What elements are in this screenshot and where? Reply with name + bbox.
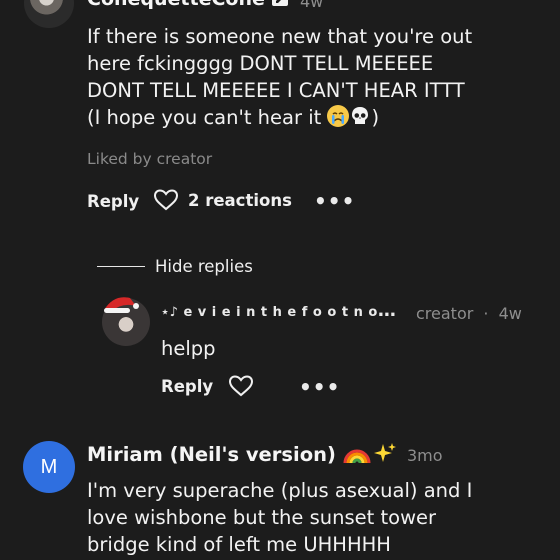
meta-separator: · xyxy=(483,304,489,323)
comment-text-line: (I hope you can't hear it ) xyxy=(87,104,547,131)
reply-meta: creator · 4w xyxy=(416,304,522,323)
comment-text-fragment: (I hope you can't hear it xyxy=(87,106,322,129)
comment-text-line: I'm very superache (plus asexual) and I xyxy=(87,479,473,502)
comment-text-line: If there is someone new that you're out xyxy=(87,25,473,48)
username-ellipsis: … xyxy=(377,300,397,321)
skull-icon xyxy=(349,105,371,127)
reactions-count[interactable]: 2 reactions xyxy=(188,191,292,210)
reply-timestamp: 4w xyxy=(498,304,522,323)
replies-divider-line xyxy=(97,265,145,268)
comment-text: If there is someone new that you're out … xyxy=(87,23,547,131)
edit-badge-icon xyxy=(271,0,288,6)
heart-icon[interactable] xyxy=(228,374,254,398)
comment-text-line: here fckingggg DONT TELL MEEEEE xyxy=(87,52,434,75)
creator-badge: creator xyxy=(416,304,474,323)
heart-icon xyxy=(153,188,179,212)
avatar-letter: M xyxy=(40,455,58,478)
santa-hat-icon xyxy=(100,292,140,314)
crying-face-icon xyxy=(327,105,350,127)
username-text[interactable]: ConequetteCone xyxy=(87,0,265,10)
more-options-button[interactable]: ••• xyxy=(314,189,355,213)
hide-replies-toggle[interactable]: Hide replies xyxy=(97,257,253,276)
username-text[interactable]: ⋆♪ e v i e i n t h e f o o t n o xyxy=(161,305,378,320)
comment-username[interactable]: Miriam (Neil's version) xyxy=(87,441,397,466)
comment-timestamp: 4w xyxy=(300,0,324,11)
rainbow-icon xyxy=(343,441,371,465)
comment-username[interactable]: ConequetteCone xyxy=(87,0,288,10)
comment-text-line: bridge kind of left me UHHHHH xyxy=(87,533,391,556)
avatar[interactable] xyxy=(24,0,74,28)
comment-text-line: love wishbone but the sunset tower xyxy=(87,506,437,529)
reply-text: helpp xyxy=(161,337,216,360)
sparkles-icon xyxy=(371,441,397,465)
reply-button[interactable]: Reply xyxy=(161,377,213,396)
more-options-button[interactable]: ••• xyxy=(299,375,340,399)
comment-timestamp: 3mo xyxy=(407,446,443,465)
comment-text-line: DONT TELL MEEEEE I CAN'T HEAR ITTT xyxy=(87,79,465,102)
reply-button[interactable]: Reply xyxy=(87,192,139,211)
comment-text-fragment: ) xyxy=(371,106,380,129)
username-text[interactable]: Miriam (Neil's version) xyxy=(87,443,336,466)
liked-by-creator: Liked by creator xyxy=(87,150,213,168)
avatar[interactable]: M xyxy=(23,441,75,493)
reactions-button[interactable]: 2 reactions xyxy=(153,188,292,212)
comment-text: I'm very superache (plus asexual) and I … xyxy=(87,477,552,558)
reply-username[interactable]: ⋆♪ e v i e i n t h e f o o t n o… xyxy=(161,300,396,321)
hide-replies-label[interactable]: Hide replies xyxy=(155,257,253,276)
